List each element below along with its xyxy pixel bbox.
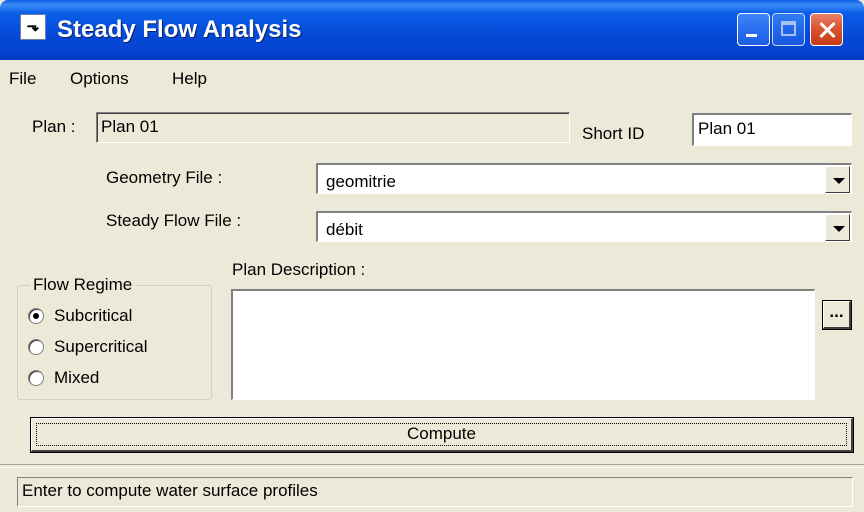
compute-button-label: Compute	[407, 424, 476, 443]
geometry-file-value: geomitrie	[326, 172, 396, 191]
geometry-file-label: Geometry File :	[106, 168, 223, 187]
steady-flow-file-label: Steady Flow File :	[106, 211, 242, 230]
steady-flow-file-value: débit	[326, 220, 363, 239]
radio-subcritical-label[interactable]: Subcritical	[54, 306, 132, 326]
ellipsis-button[interactable]: ...	[823, 301, 851, 329]
steady-flow-window: ⬎ Steady Flow Analysis File Options Help…	[0, 0, 864, 512]
title-bar[interactable]: ⬎ Steady Flow Analysis	[0, 0, 864, 60]
separator	[0, 464, 864, 468]
app-icon[interactable]: ⬎	[20, 14, 46, 40]
flow-regime-title: Flow Regime	[30, 275, 136, 295]
menu-help[interactable]: Help	[172, 69, 207, 89]
short-id-label: Short ID	[582, 124, 645, 143]
radio-mixed-label[interactable]: Mixed	[54, 368, 99, 388]
compute-button[interactable]: Compute	[31, 418, 853, 452]
maximize-button[interactable]	[772, 13, 805, 46]
radio-button-icon[interactable]	[28, 339, 44, 355]
geometry-file-select[interactable]: geomitrie	[316, 163, 852, 194]
menu-options[interactable]: Options	[70, 69, 129, 89]
window-title: Steady Flow Analysis	[57, 16, 302, 43]
close-button[interactable]	[810, 13, 843, 46]
minimize-button[interactable]	[737, 13, 770, 46]
plan-description-textarea[interactable]	[231, 289, 815, 400]
radio-button-icon[interactable]	[28, 370, 44, 386]
short-id-input[interactable]: Plan 01	[692, 113, 852, 146]
menu-bar: File Options Help	[0, 62, 864, 96]
steady-flow-file-select[interactable]: débit	[316, 211, 852, 242]
plan-field[interactable]: Plan 01	[96, 112, 570, 143]
plan-label: Plan :	[32, 117, 76, 136]
flow-regime-group: Flow Regime Subcritical Supercritical Mi…	[17, 275, 212, 400]
plan-description-label: Plan Description :	[232, 260, 366, 279]
radio-supercritical-label[interactable]: Supercritical	[54, 337, 148, 357]
chevron-down-icon[interactable]	[825, 214, 850, 241]
chevron-down-icon[interactable]	[825, 166, 850, 193]
radio-selected-dot	[33, 313, 39, 319]
status-bar: Enter to compute water surface profiles	[17, 477, 853, 507]
radio-button-icon[interactable]	[28, 308, 44, 324]
menu-file[interactable]: File	[9, 69, 36, 89]
